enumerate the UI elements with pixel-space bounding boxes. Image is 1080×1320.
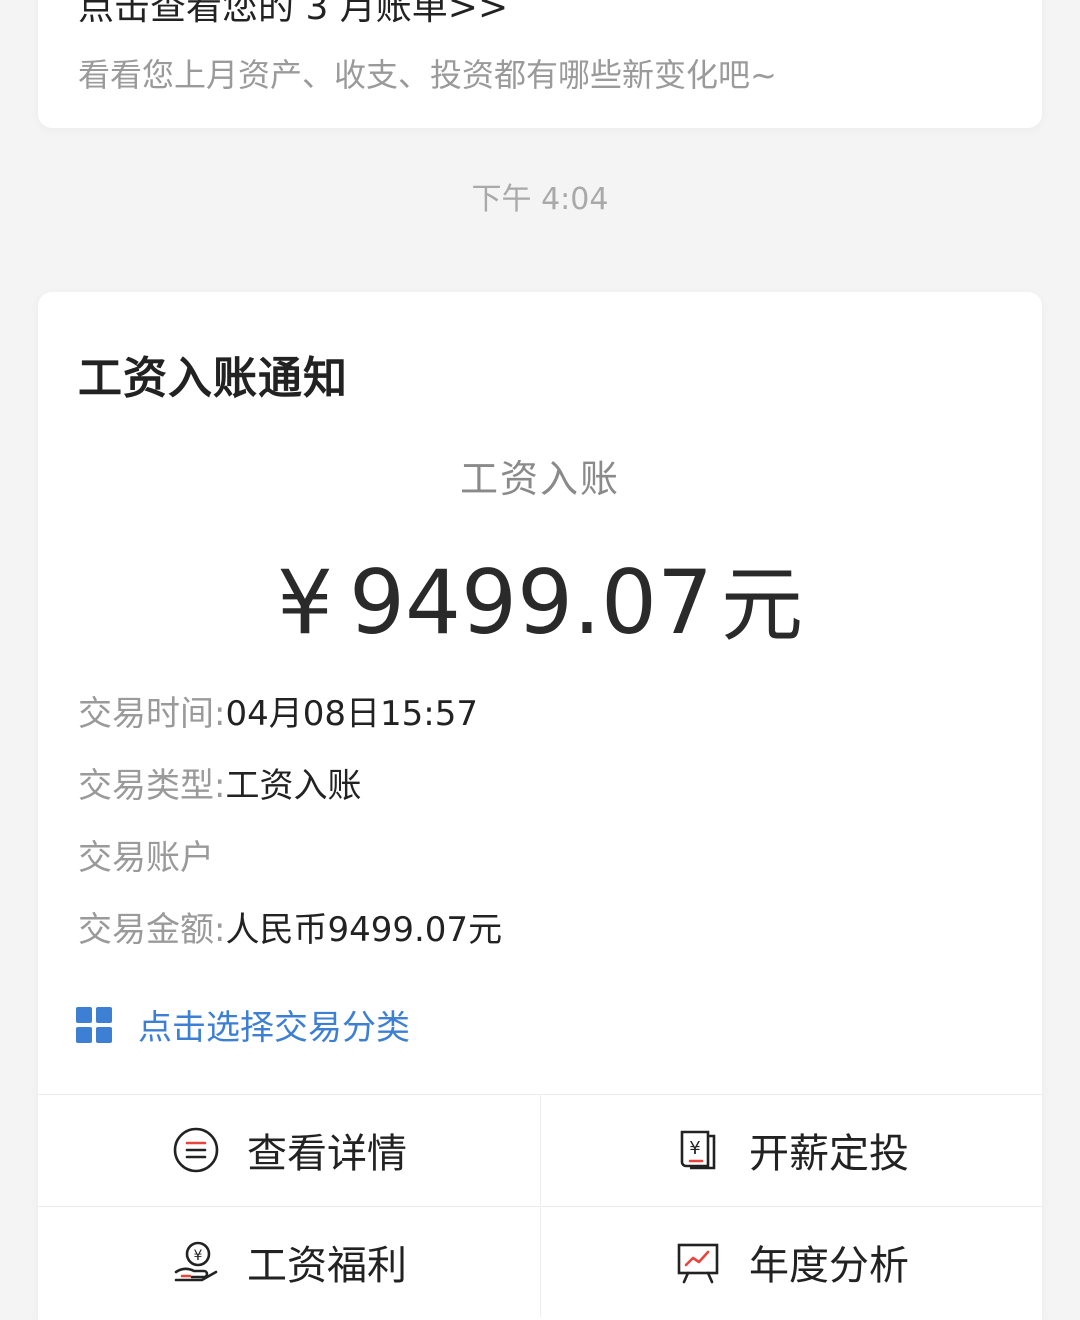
monthly-bill-subtitle: 看看您上月资产、收支、投资都有哪些新变化吧~ [78, 56, 777, 94]
monthly-bill-link[interactable]: 点击查看您的 3 月账单>> [78, 0, 508, 30]
yuan-scroll-icon: ¥ [673, 1125, 723, 1175]
grid-icon [76, 1006, 112, 1043]
detail-row-amount: 交易金额:人民币9499.07元 [78, 908, 502, 980]
transaction-details: 交易时间:04月08日15:57 交易类型:工资入账 交易账户 交易金额:人民币… [78, 692, 502, 980]
action-label: 查看详情 [247, 1131, 407, 1177]
detail-key: 交易金额: [78, 910, 226, 950]
select-category-label: 点击选择交易分类 [138, 1008, 410, 1048]
detail-value: 工资入账 [225, 766, 362, 806]
monthly-bill-card[interactable]: 点击查看您的 3 月账单>> 看看您上月资产、收支、投资都有哪些新变化吧~ [38, 0, 1042, 128]
notice-title: 工资入账通知 [78, 353, 348, 404]
salary-benefits-button[interactable]: ¥ 工资福利 [38, 1206, 541, 1317]
amount-unit: 元 [720, 558, 803, 653]
amount-label: 工资入账 [459, 457, 620, 501]
currency-symbol: ¥ [277, 551, 334, 654]
yuan-hand-icon: ¥ [171, 1237, 221, 1287]
action-label: 年度分析 [749, 1243, 909, 1289]
page: 点击查看您的 3 月账单>> 看看您上月资产、收支、投资都有哪些新变化吧~ 下午… [0, 0, 1080, 1320]
list-circle-icon [171, 1125, 221, 1175]
detail-row-account: 交易账户 [78, 836, 502, 908]
action-label: 工资福利 [247, 1243, 407, 1289]
svg-text:¥: ¥ [689, 1138, 700, 1159]
amount-value: 9499.07 [349, 551, 713, 654]
salary-notice-card: 工资入账通知 工资入账 ¥9499.07元 交易时间:04月08日15:57 交… [38, 292, 1042, 1320]
select-category-link[interactable]: 点击选择交易分类 [76, 1000, 410, 1049]
detail-row-type: 交易类型:工资入账 [78, 764, 502, 836]
detail-value: 04月08日15:57 [225, 694, 478, 734]
chart-board-icon [673, 1237, 723, 1287]
action-grid: 查看详情 ¥ 开薪定投 ¥ 工资福利 年度分析 [38, 1094, 1042, 1320]
view-details-button[interactable]: 查看详情 [38, 1095, 541, 1205]
amount-display: ¥9499.07元 [38, 538, 1042, 657]
detail-value: 人民币9499.07元 [225, 910, 503, 950]
action-label: 开薪定投 [749, 1131, 909, 1177]
detail-row-time: 交易时间:04月08日15:57 [78, 692, 502, 764]
svg-text:¥: ¥ [194, 1248, 203, 1264]
message-timestamp: 下午 4:04 [471, 182, 609, 217]
annual-analysis-button[interactable]: 年度分析 [540, 1206, 1042, 1317]
detail-key: 交易时间: [78, 694, 226, 734]
salary-invest-button[interactable]: ¥ 开薪定投 [540, 1095, 1042, 1205]
detail-key: 交易类型: [78, 766, 226, 806]
detail-key: 交易账户 [78, 838, 214, 878]
